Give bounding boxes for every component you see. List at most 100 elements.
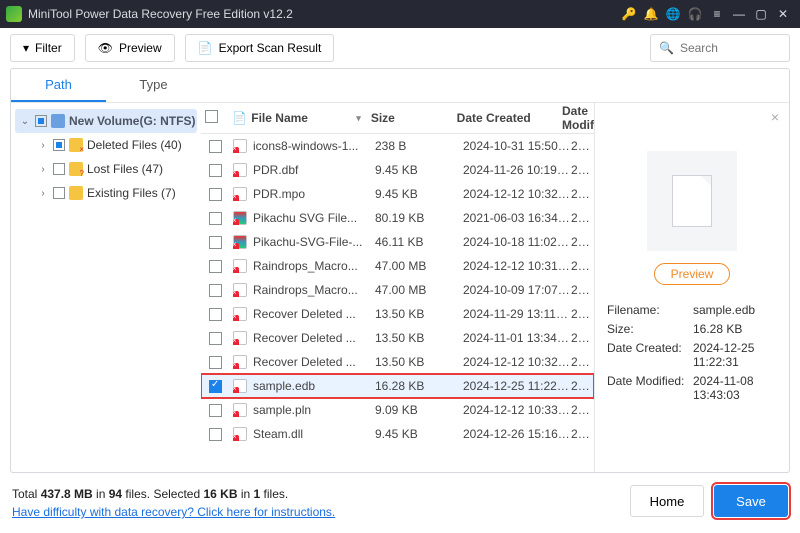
tree-drive[interactable]: ⌄ New Volume(G: NTFS) xyxy=(15,109,197,133)
file-name: PDR.dbf xyxy=(253,163,298,177)
file-row[interactable]: Raindrops_Macro...47.00 MB2024-12-12 10:… xyxy=(201,254,594,278)
folder-deleted-icon xyxy=(69,138,83,152)
tab-type[interactable]: Type xyxy=(106,69,201,102)
file-name: Steam.dll xyxy=(253,427,303,441)
filter-icon: ▾ xyxy=(23,41,29,55)
expand-icon[interactable]: › xyxy=(37,164,49,175)
file-row[interactable]: PDR.mpo9.45 KB2024-12-12 10:32:...2024..… xyxy=(201,182,594,206)
tree-existing[interactable]: › Existing Files (7) xyxy=(15,181,197,205)
checkbox[interactable] xyxy=(53,163,65,175)
toolbar: ▾ Filter 👁Preview 📄Export Scan Result 🔍 xyxy=(0,28,800,68)
filter-label: Filter xyxy=(35,41,62,55)
folder-existing-icon xyxy=(69,186,83,200)
file-row[interactable]: PDR.dbf9.45 KB2024-11-26 10:19:242024... xyxy=(201,158,594,182)
preview-thumbnail xyxy=(647,151,737,251)
filename-key: Filename: xyxy=(607,303,685,317)
file-date-created: 2024-12-25 11:22:31 xyxy=(463,379,571,393)
file-date-created: 2024-12-12 10:32:... xyxy=(463,355,571,369)
file-row[interactable]: sample.pln9.09 KB2024-12-12 10:33:...202… xyxy=(201,398,594,422)
size-value: 16.28 KB xyxy=(693,322,777,336)
help-link[interactable]: Have difficulty with data recovery? Clic… xyxy=(12,505,335,519)
file-row[interactable]: Raindrops_Macro...47.00 MB2024-10-09 17:… xyxy=(201,278,594,302)
row-checkbox[interactable] xyxy=(209,212,222,225)
checkbox[interactable] xyxy=(35,115,47,127)
preview-file-button[interactable]: Preview xyxy=(654,263,731,285)
preview-label: Preview xyxy=(119,41,162,55)
file-name: Recover Deleted ... xyxy=(253,331,356,345)
tree-deleted-label: Deleted Files (40) xyxy=(87,138,182,152)
preview-button[interactable]: 👁Preview xyxy=(85,34,175,62)
file-row[interactable]: icons8-windows-1...238 B2024-10-31 15:50… xyxy=(201,134,594,158)
row-checkbox[interactable] xyxy=(209,380,222,393)
file-date-modified: 2024... xyxy=(571,187,594,201)
row-checkbox[interactable] xyxy=(209,140,222,153)
tree-lost[interactable]: › Lost Files (47) xyxy=(15,157,197,181)
file-name: Pikachu SVG File... xyxy=(253,211,357,225)
col-date-modified[interactable]: Date Modif xyxy=(562,104,594,132)
row-checkbox[interactable] xyxy=(209,308,222,321)
list-header: 📄File Name▾ Size Date Created Date Modif xyxy=(201,103,594,133)
file-date-modified: 2024... xyxy=(571,283,594,297)
search-input-wrap[interactable]: 🔍 xyxy=(650,34,790,62)
maximize-icon[interactable]: ▢ xyxy=(750,7,772,21)
file-row[interactable]: Pikachu-SVG-File-...46.11 KB2024-10-18 1… xyxy=(201,230,594,254)
globe-icon[interactable]: 🌐 xyxy=(662,7,684,21)
expand-icon[interactable]: › xyxy=(37,140,49,151)
row-checkbox[interactable] xyxy=(209,260,222,273)
file-date-modified: 2024... xyxy=(571,139,594,153)
file-date-modified: 2024... xyxy=(571,235,594,249)
col-size[interactable]: Size xyxy=(371,111,457,125)
file-row[interactable]: sample.edb16.28 KB2024-12-25 11:22:31202… xyxy=(201,374,594,398)
row-checkbox[interactable] xyxy=(209,428,222,441)
headset-icon[interactable]: 🎧 xyxy=(684,7,706,21)
bell-icon[interactable]: 🔔 xyxy=(640,7,662,21)
file-date-modified: 2024... xyxy=(571,427,594,441)
menu-icon[interactable]: ≡ xyxy=(706,7,728,21)
file-size: 238 B xyxy=(375,139,463,153)
select-all-checkbox[interactable] xyxy=(205,110,218,123)
tab-path[interactable]: Path xyxy=(11,69,106,102)
expand-icon[interactable]: › xyxy=(37,188,49,199)
tree-deleted[interactable]: › Deleted Files (40) xyxy=(15,133,197,157)
file-row[interactable]: Recover Deleted ...13.50 KB2024-11-29 13… xyxy=(201,302,594,326)
col-name[interactable]: 📄File Name▾ xyxy=(232,111,371,125)
close-icon[interactable]: ✕ xyxy=(772,7,794,21)
file-name: sample.pln xyxy=(253,403,311,417)
file-row[interactable]: Steam.dll9.45 KB2024-12-26 15:16:...2024… xyxy=(201,422,594,446)
preview-close-icon[interactable]: × xyxy=(771,109,779,125)
save-button[interactable]: Save xyxy=(714,485,788,517)
file-size: 9.45 KB xyxy=(375,187,463,201)
file-date-modified: 2024... xyxy=(571,331,594,345)
search-input[interactable] xyxy=(680,41,781,55)
stats: Total 437.8 MB in 94 files. Selected 16 … xyxy=(12,485,335,503)
export-button[interactable]: 📄Export Scan Result xyxy=(185,34,335,62)
file-date-created: 2024-12-12 10:31:... xyxy=(463,259,571,273)
file-type-icon xyxy=(233,307,247,321)
col-date-created[interactable]: Date Created xyxy=(457,111,562,125)
tree-drive-label: New Volume(G: NTFS) xyxy=(69,114,195,128)
row-checkbox[interactable] xyxy=(209,164,222,177)
file-name: Raindrops_Macro... xyxy=(253,259,358,273)
row-checkbox[interactable] xyxy=(209,332,222,345)
minimize-icon[interactable]: — xyxy=(728,7,750,21)
row-checkbox[interactable] xyxy=(209,188,222,201)
file-row[interactable]: Recover Deleted ...13.50 KB2024-12-12 10… xyxy=(201,350,594,374)
key-icon[interactable]: 🔑 xyxy=(618,7,640,21)
file-date-created: 2024-12-12 10:33:... xyxy=(463,403,571,417)
file-type-icon xyxy=(233,331,247,345)
checkbox[interactable] xyxy=(53,187,65,199)
collapse-icon[interactable]: ⌄ xyxy=(19,116,31,127)
row-checkbox[interactable] xyxy=(209,356,222,369)
row-checkbox[interactable] xyxy=(209,284,222,297)
file-name: sample.edb xyxy=(253,379,315,393)
file-date-created: 2024-10-31 15:50:... xyxy=(463,139,571,153)
home-button[interactable]: Home xyxy=(630,485,704,517)
row-checkbox[interactable] xyxy=(209,404,222,417)
file-row[interactable]: Recover Deleted ...13.50 KB2024-11-01 13… xyxy=(201,326,594,350)
checkbox[interactable] xyxy=(53,139,65,151)
file-date-created: 2024-11-26 10:19:24 xyxy=(463,163,571,177)
row-checkbox[interactable] xyxy=(209,236,222,249)
filter-button[interactable]: ▾ Filter xyxy=(10,34,75,62)
file-row[interactable]: Pikachu SVG File...80.19 KB2021-06-03 16… xyxy=(201,206,594,230)
file-date-modified: 2024... xyxy=(571,307,594,321)
